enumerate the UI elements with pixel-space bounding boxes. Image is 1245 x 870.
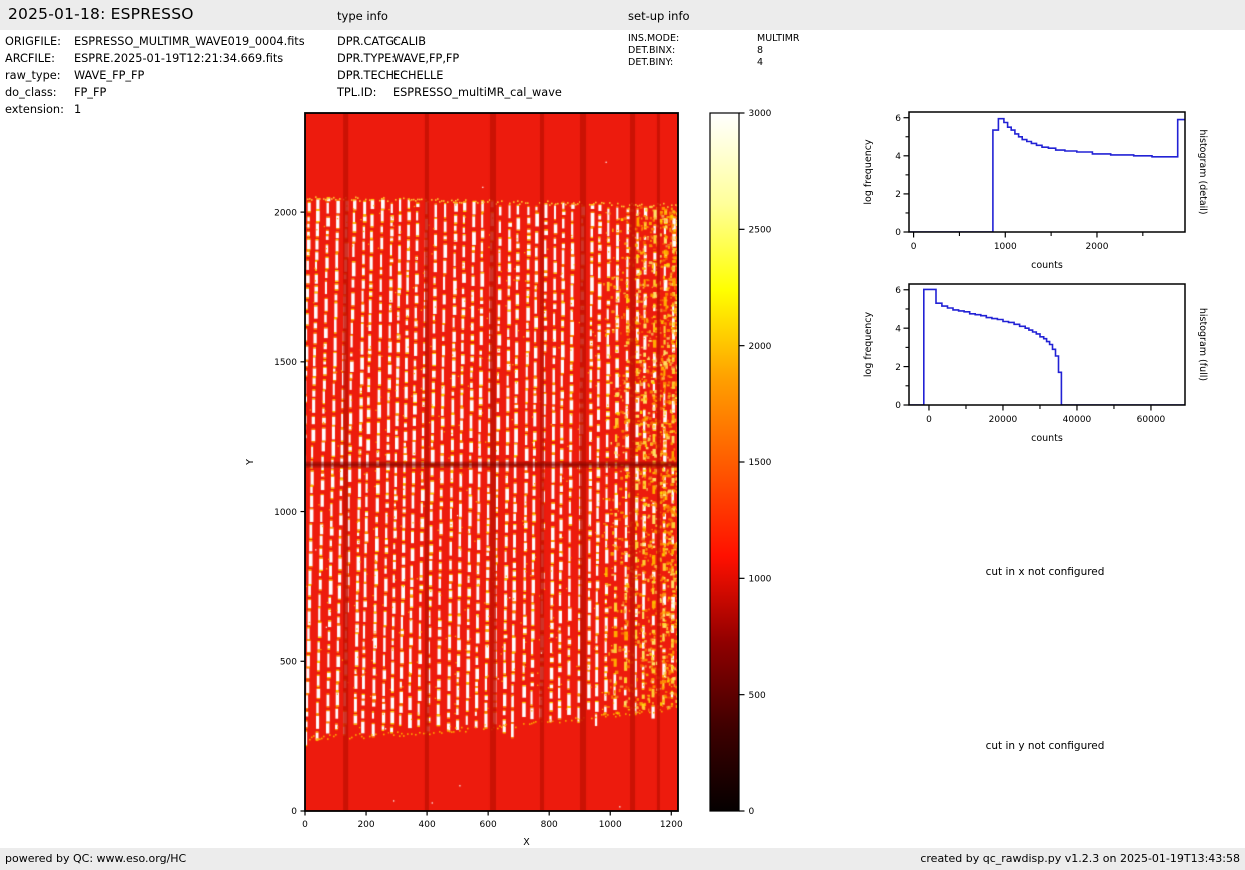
metadata-value: 8 [757,45,763,56]
qc-report-page: 2025-01-18: ESPRESSO type info set-up in… [0,0,1245,870]
tick-label: 1200 [660,820,683,830]
tick-label: 0 [302,820,308,830]
metadata-row: DET.BINY:4 [628,57,800,69]
metadata-value: ECHELLE [393,69,443,82]
tick-label: 2000 [274,208,297,218]
tick-label: 6 [895,114,901,124]
metadata-value: WAVE_FP_FP [74,69,144,82]
tick-label: 600 [480,820,497,830]
tick-label: 0 [895,228,901,238]
tick-label: 2 [895,363,901,373]
footer-credit-right: created by qc_rawdisp.py v1.2.3 on 2025-… [920,852,1240,865]
metadata-label: DPR.TECH: [337,67,393,84]
tick-label: 60000 [1137,415,1166,425]
tick-label: 200 [357,820,374,830]
page-title: 2025-01-18: ESPRESSO [8,5,194,23]
metadata-row: DET.BINX:8 [628,45,800,57]
metadata-label: ARCFILE: [5,50,74,67]
metadata-row: ARCFILE:ESPRE.2025-01-19T12:21:34.669.fi… [5,50,305,67]
tick-label: 2000 [749,342,772,352]
tick-label: 0 [291,807,297,817]
tick-label: 0 [911,242,917,252]
tick-label: 0 [926,415,932,425]
tick-label: 1000 [994,242,1017,252]
metadata-row: DPR.TYPE:WAVE,FP,FP [337,50,562,67]
tick-label: 0 [749,807,755,817]
tick-label: Y [245,459,256,466]
cut-y-message: cut in y not configured [900,740,1190,752]
tick-label: 1500 [749,458,772,468]
type-info-heading: type info [337,9,388,23]
metadata-value: MULTIMR [757,33,800,44]
tick-label: 1000 [274,508,297,518]
tick-label: 4 [895,324,901,334]
metadata-value: ESPRE.2025-01-19T12:21:34.669.fits [74,52,283,65]
cut-x-message: cut in x not configured [900,566,1190,578]
metadata-value: CALIB [393,35,426,48]
tick-label: 6 [895,286,901,296]
metadata-row: DPR.CATG:CALIB [337,33,562,50]
histogram-full-plot: 0 20000 40000 60000 0 2 4 6 counts log frequency h… [860,267,1245,457]
metadata-label: DPR.TYPE: [337,50,393,67]
metadata-value: FP_FP [74,86,106,99]
tick-label: X [523,837,530,848]
metadata-label: DET.BINY: [628,57,757,69]
metadata-value: 1 [74,103,81,116]
metadata-label: DPR.CATG: [337,33,393,50]
tick-label: 400 [419,820,436,830]
raw-frame-image [305,113,678,811]
tick-label: log frequency [863,139,874,205]
tick-label: 1000 [599,820,622,830]
metadata-label: INS.MODE: [628,33,757,45]
metadata-row: INS.MODE:MULTIMR [628,33,800,45]
tick-label: 500 [749,691,766,701]
tick-label: 3000 [749,109,772,119]
metadata-row: ORIGFILE:ESPRESSO_MULTIMR_WAVE019_0004.f… [5,33,305,50]
tick-label: 800 [541,820,558,830]
tick-label: histogram (detail) [1197,129,1208,214]
metadata-row: do_class:FP_FP [5,84,305,101]
file-info-list: ORIGFILE:ESPRESSO_MULTIMR_WAVE019_0004.f… [5,33,305,118]
metadata-row: raw_type:WAVE_FP_FP [5,67,305,84]
tick-label: 2500 [749,226,772,236]
metadata-value: 4 [757,57,763,68]
metadata-label: raw_type: [5,67,74,84]
metadata-row: TPL.ID:ESPRESSO_multiMR_cal_wave [337,84,562,101]
metadata-value: ESPRESSO_MULTIMR_WAVE019_0004.fits [74,35,305,48]
metadata-label: TPL.ID: [337,84,393,101]
metadata-label: DET.BINX: [628,45,757,57]
tick-label: counts [1031,433,1063,444]
tick-label: 40000 [1063,415,1092,425]
tick-label: 20000 [989,415,1018,425]
tick-label: histogram (full) [1197,308,1208,381]
tick-label: log frequency [863,312,874,378]
setup-info-list: INS.MODE:MULTIMRDET.BINX:8DET.BINY:4 [628,33,800,69]
footer-credit-left: powered by QC: www.eso.org/HC [5,852,186,865]
tick-label: 0 [895,401,901,411]
setup-info-heading: set-up info [628,9,690,23]
tick-label: 500 [280,657,297,667]
histogram-detail-plot: 0 1000 2000 0 2 4 6 counts log frequency histogra… [860,95,1245,285]
tick-label: 1000 [749,575,772,585]
tick-label: 1500 [274,358,297,368]
metadata-row: DPR.TECH:ECHELLE [337,67,562,84]
metadata-label: extension: [5,101,74,118]
tick-label: 4 [895,152,901,162]
metadata-label: do_class: [5,84,74,101]
tick-label: counts [1031,260,1063,271]
metadata-value: ESPRESSO_multiMR_cal_wave [393,86,562,99]
colorbar: 0 500 1000 1500 2000 2500 3000 [700,100,820,860]
metadata-label: ORIGFILE: [5,33,74,50]
type-info-list: DPR.CATG:CALIBDPR.TYPE:WAVE,FP,FPDPR.TEC… [337,33,562,101]
tick-label: 2000 [1086,242,1109,252]
metadata-row: extension:1 [5,101,305,118]
metadata-value: WAVE,FP,FP [393,52,459,65]
tick-label: 2 [895,190,901,200]
